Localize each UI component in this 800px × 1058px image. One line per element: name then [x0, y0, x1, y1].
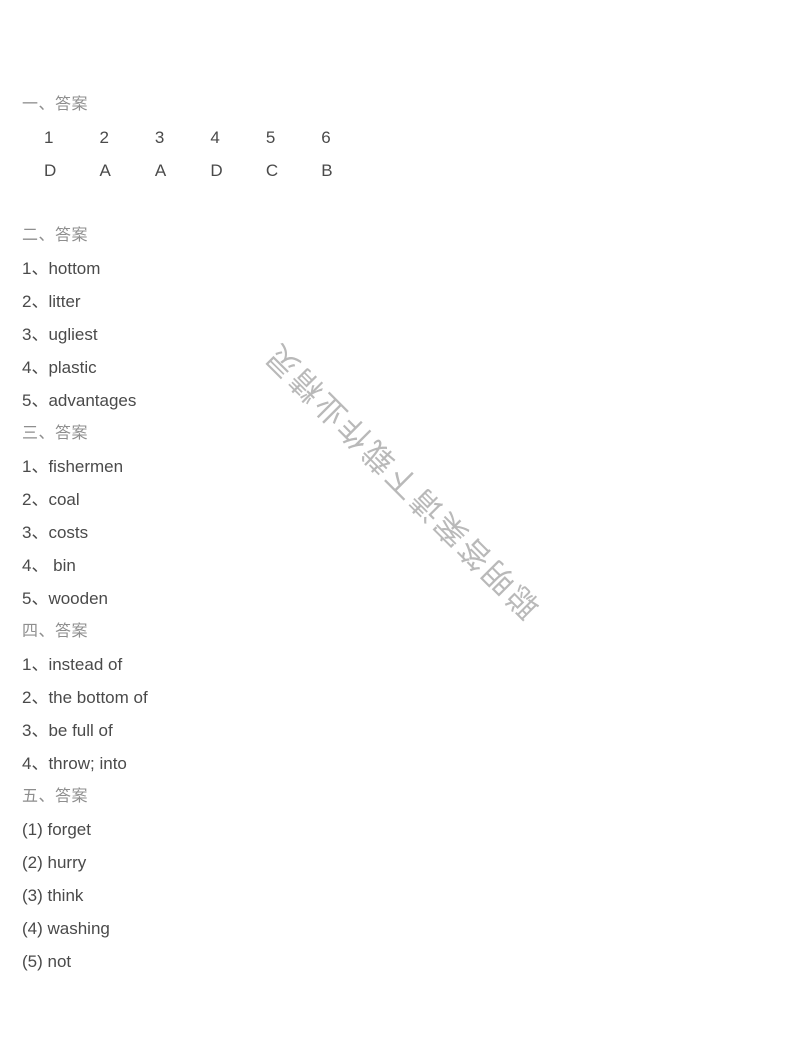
answer-item: 1、fishermen: [22, 457, 124, 476]
answer-item: 2、litter: [22, 292, 81, 311]
answer-letter: D: [44, 161, 57, 180]
answer-letter: A: [99, 161, 111, 180]
answer-item: 5、advantages: [22, 391, 137, 410]
answer-item: 4、throw; into: [22, 754, 127, 773]
answer-item: (5) not: [22, 952, 72, 971]
section-heading-1: 一、答案: [22, 96, 89, 113]
section-heading-3: 三、答案: [22, 425, 89, 442]
answer-item: 2、coal: [22, 490, 80, 509]
answer-item: (2) hurry: [22, 853, 87, 872]
choice-answer-grid: 1 2 3 4 5 6 D A A D C B: [44, 121, 800, 187]
answer-item: 4、plastic: [22, 358, 97, 377]
grid-row-answers: D A A D C B: [44, 154, 800, 187]
answer-letter: B: [321, 161, 333, 180]
question-number: 4: [210, 128, 220, 147]
answer-item: 3、costs: [22, 523, 89, 542]
section-heading-5: 五、答案: [22, 788, 89, 805]
answer-item: 4、 bin: [22, 556, 76, 575]
answer-item: (1) forget: [22, 820, 91, 839]
answer-letter: A: [154, 161, 167, 180]
answer-letter: C: [265, 161, 279, 180]
question-number: 1: [44, 128, 54, 147]
question-number: 2: [99, 128, 109, 147]
answer-item: (3) think: [22, 886, 84, 905]
answer-item: (4) washing: [22, 919, 110, 938]
answer-item: 5、wooden: [22, 589, 109, 608]
answer-content: 一、答案 1 2 3 4 5 6 D A A D C B 二、答案 1、hott…: [0, 0, 800, 978]
section-heading-4: 四、答案: [22, 623, 89, 640]
answer-item: 2、the bottom of: [22, 688, 148, 707]
question-number: 3: [154, 128, 165, 147]
answer-item: 3、be full of: [22, 721, 113, 740]
answer-item: 1、instead of: [22, 655, 123, 674]
answer-letter: D: [210, 161, 223, 180]
answer-item: 1、hottom: [22, 259, 101, 278]
answer-item: 3、ugliest: [22, 325, 98, 344]
question-number: 6: [321, 128, 331, 147]
answer-sheet-page: 聪明答案请下载作业精灵 一、答案 1 2 3 4 5 6 D A A D C B: [0, 0, 800, 1058]
grid-row-question-numbers: 1 2 3 4 5 6: [44, 121, 800, 154]
question-number: 5: [265, 128, 276, 147]
section-heading-2: 二、答案: [22, 227, 89, 244]
